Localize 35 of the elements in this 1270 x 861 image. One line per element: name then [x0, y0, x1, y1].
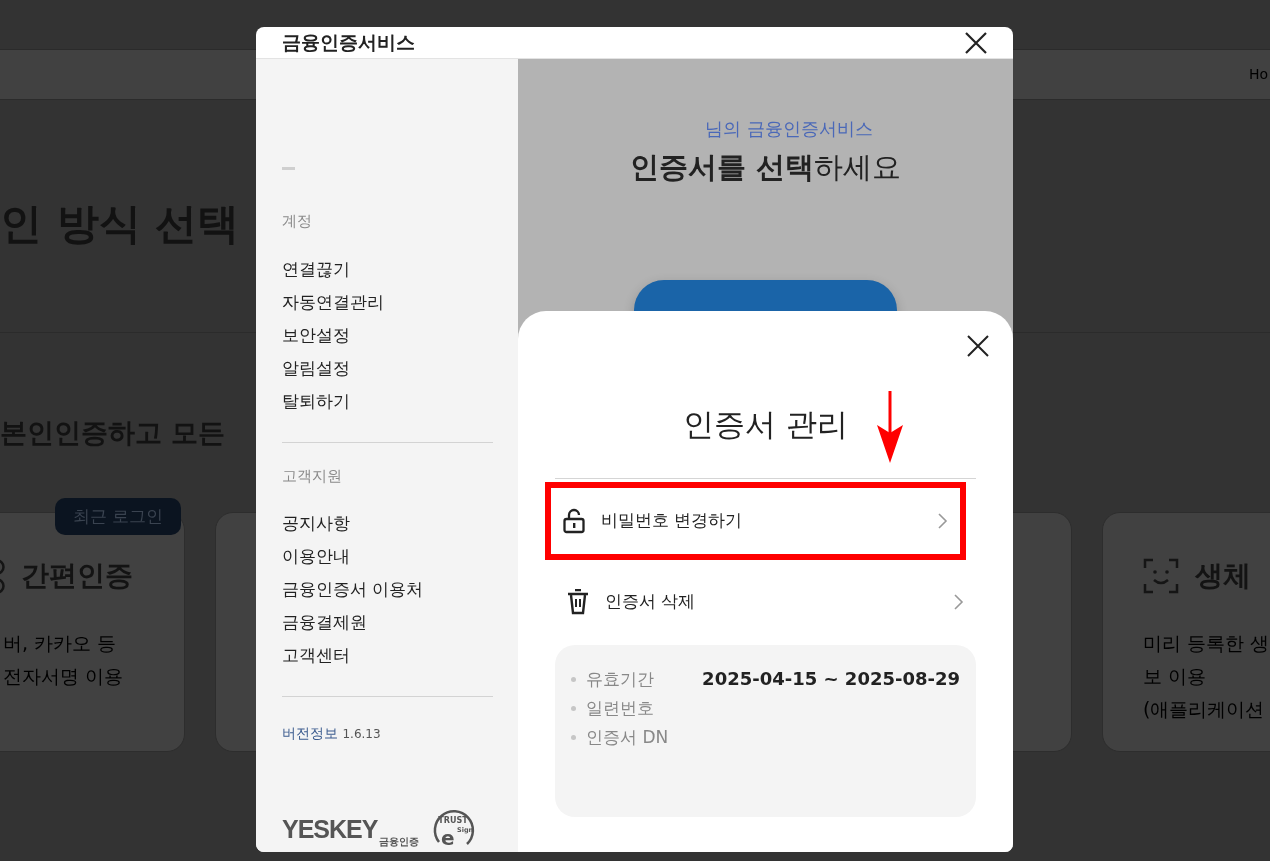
greeting-text: 님의 금융인증서비스 [704, 117, 874, 141]
menu-row[interactable]: 인증서 삭제 [555, 562, 976, 641]
main-heading: 인증서를 선택하세요 [628, 149, 903, 186]
sidebar-item[interactable]: 금융결제원 고객센터 [282, 606, 367, 672]
sidebar-heading: 고객지원 [282, 465, 343, 487]
card-description-line: 전자서명 이용 [3, 663, 125, 689]
card-description-line: 미리 등록한 생 [1143, 630, 1270, 656]
sidebar-item[interactable]: 이용안내 [282, 540, 350, 573]
lock-icon [563, 507, 585, 534]
dialog-title: 금융인증서비스 [282, 30, 415, 56]
chevron-right-icon [938, 512, 948, 529]
menu-row[interactable]: 비밀번호 변경하기 [545, 481, 966, 560]
sidebar-item[interactable]: 연결끊기 [282, 252, 350, 286]
close-button[interactable] [967, 335, 989, 357]
info-label: 유효기간 [571, 664, 654, 694]
dash-mark [282, 167, 295, 170]
sidebar-item[interactable]: 탈퇴하기 [282, 384, 350, 418]
sidebar-item[interactable]: 알림설정 [282, 351, 350, 385]
face-scan-icon [1143, 557, 1179, 594]
sidebar-heading: 계정 [282, 211, 313, 232]
sidebar-item[interactable]: 금융인증서 이용처 [282, 573, 424, 606]
info-value: 2025-04-15 ~ 2025-08-29 [702, 666, 960, 691]
info-label: 일련번호 [571, 693, 654, 723]
card-description-line: 버, 카카오 등 [3, 630, 118, 656]
sidebar-item[interactable]: 공지사항 [282, 507, 350, 540]
version-info: 버전정보 1.6.13 [282, 724, 382, 743]
sidebar-item[interactable]: 자동연결관리 [282, 285, 384, 319]
close-button[interactable] [965, 31, 987, 54]
sheet-title: 인증서 관리 [683, 405, 848, 444]
chevron-right-icon [954, 593, 964, 610]
sidebar-item[interactable]: 보안설정 [282, 318, 350, 352]
card-description-line: 보 이용 [1143, 663, 1208, 689]
card-description-line: (애플리케이션 [1143, 696, 1266, 722]
trash-icon [567, 588, 589, 615]
info-label: 인증서 DN [571, 722, 669, 752]
